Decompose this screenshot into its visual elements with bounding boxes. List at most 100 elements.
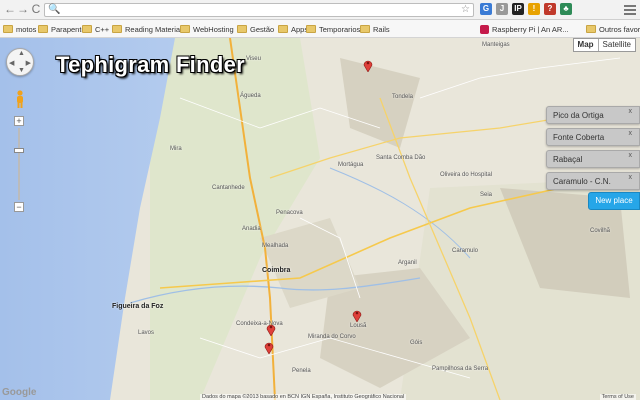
bookmark-folder[interactable]: WebHosting	[180, 22, 234, 36]
raspberry-icon	[480, 24, 489, 34]
bookmark-label: Reading Material	[125, 24, 182, 34]
map-place-label: Covilhã	[590, 228, 611, 234]
saved-place-name: Pico da Ortiga	[553, 111, 604, 120]
pegman-icon[interactable]	[14, 90, 26, 108]
map-type-control: Map Satellite	[572, 38, 636, 52]
new-place-button[interactable]: New place	[588, 192, 640, 210]
map-copyright: Dados do mapa ©2013 basado en BCN IGN Es…	[200, 394, 407, 400]
saved-place-item[interactable]: Pico da Ortiga x	[546, 106, 640, 124]
star-icon[interactable]: ☆	[461, 4, 470, 16]
map-place-label: Arganil	[398, 260, 417, 266]
terms-link[interactable]: Terms of Use	[599, 394, 636, 400]
bookmarks-bar: motos Parapente C++ Reading Material WebHost…	[0, 20, 640, 38]
close-icon[interactable]: x	[629, 152, 633, 159]
map-place-label: Lavos	[138, 330, 155, 336]
extension-icon[interactable]: IP	[512, 3, 524, 15]
map-place-label: Oliveira do Hospital	[440, 172, 493, 178]
map-place-label: Seia	[480, 192, 493, 198]
browser-toolbar: ← → C 🔍 ☆ G J IP!? ♣	[0, 0, 640, 20]
bookmark-label: Rails	[373, 24, 390, 34]
zoom-out-button[interactable]: −	[14, 202, 24, 212]
folder-icon	[82, 25, 92, 33]
extension-icon[interactable]: G	[480, 3, 492, 15]
bookmark-link[interactable]: Raspberry Pi | An AR...	[480, 22, 569, 36]
map-place-label: Mealhada	[262, 243, 289, 249]
map-place-label: Manteigas	[482, 42, 510, 48]
folder-icon	[38, 25, 48, 33]
bookmark-folder[interactable]: motos	[3, 22, 36, 36]
saved-place-item[interactable]: Fonte Coberta x	[546, 128, 640, 146]
folder-icon	[237, 25, 247, 33]
zoom-slider-track[interactable]	[18, 128, 20, 200]
extension-icon[interactable]: !	[528, 3, 540, 15]
bookmark-folder[interactable]: Rails	[360, 22, 390, 36]
address-bar[interactable]: 🔍 ☆	[44, 3, 474, 17]
map-place-label: Tondela	[392, 94, 414, 100]
bookmark-label: C++	[95, 24, 110, 34]
forward-icon[interactable]: →	[16, 2, 30, 16]
terrain-map	[0, 38, 640, 400]
bookmark-folder[interactable]: Parapente	[38, 22, 86, 36]
bookmark-label: Parapente	[51, 24, 86, 34]
map-place-label: Penela	[292, 368, 311, 374]
extension-icon[interactable]: ?	[544, 3, 556, 15]
map-canvas[interactable]: Manteigas Arganil Coimbra Figueira da Foz Vi…	[0, 38, 640, 400]
folder-icon	[586, 25, 596, 33]
map-type-satellite-button[interactable]: Satellite	[599, 39, 635, 51]
map-place-label: Penacova	[276, 210, 303, 216]
map-marker-pin[interactable]	[363, 58, 373, 72]
bookmark-label: Raspberry Pi | An AR...	[492, 24, 569, 34]
close-icon[interactable]: x	[629, 130, 633, 137]
folder-icon	[180, 25, 190, 33]
saved-place-name: Fonte Coberta	[553, 133, 605, 142]
map-place-label: Mira	[170, 146, 182, 152]
map-place-label: Mortágua	[338, 162, 364, 168]
google-logo: Google	[2, 387, 37, 398]
map-place-label: Cantanhede	[212, 185, 245, 191]
close-icon[interactable]: x	[629, 108, 633, 115]
folder-icon	[360, 25, 370, 33]
bookmark-folder[interactable]: Outros favoritos	[586, 22, 640, 36]
bookmark-label: WebHosting	[193, 24, 234, 34]
folder-icon	[278, 25, 288, 33]
map-place-label: Viseu	[246, 56, 261, 62]
map-place-label: Pampilhosa da Serra	[432, 366, 489, 372]
map-marker-pin[interactable]	[264, 340, 274, 354]
bookmark-folder[interactable]: Gestão	[237, 22, 274, 36]
map-marker-pin[interactable]	[352, 308, 362, 322]
reload-icon[interactable]: C	[29, 2, 43, 16]
pan-control-icon[interactable]: ▲ ▼ ◀ ▶	[6, 48, 34, 76]
bookmark-folder[interactable]: C++	[82, 22, 109, 36]
bookmark-label: Outros favoritos	[599, 24, 640, 34]
search-icon: 🔍	[48, 4, 61, 15]
saved-place-item[interactable]: Rabaçal x	[546, 150, 640, 168]
folder-icon	[3, 25, 13, 33]
extension-icon[interactable]: ♣	[560, 3, 572, 15]
map-place-label: Águeda	[240, 93, 261, 99]
bookmark-folder[interactable]: Reading Material	[112, 22, 182, 36]
menu-icon[interactable]	[624, 3, 636, 15]
folder-icon	[112, 25, 122, 33]
map-place-label: Anadia	[242, 226, 261, 232]
bookmark-label: Temporarios	[319, 24, 361, 34]
bookmark-label: Gestão	[250, 24, 275, 34]
folder-icon	[306, 25, 316, 33]
map-place-label: Figueira da Foz	[112, 303, 164, 310]
map-place-label: Miranda do Corvo	[308, 334, 356, 340]
app-title: Tephigram Finder	[56, 52, 245, 77]
extensions-bar: G J IP!? ♣	[480, 3, 572, 17]
map-marker-pin[interactable]	[266, 322, 276, 336]
bookmark-label: motos	[16, 24, 37, 34]
bookmark-folder[interactable]: Apps	[278, 22, 308, 36]
saved-place-item[interactable]: Caramulo - C.N. x	[546, 172, 640, 190]
map-place-label: Lousã	[350, 323, 367, 329]
map-place-label: Coimbra	[262, 267, 291, 274]
back-icon[interactable]: ←	[3, 2, 17, 16]
close-icon[interactable]: x	[629, 174, 633, 181]
zoom-slider-thumb[interactable]	[14, 148, 24, 153]
map-place-label: Caramulo	[452, 248, 479, 254]
extension-icon[interactable]: J	[496, 3, 508, 15]
zoom-in-button[interactable]: +	[14, 116, 24, 126]
map-type-map-button[interactable]: Map	[574, 39, 599, 51]
bookmark-folder[interactable]: Temporarios	[306, 22, 360, 36]
